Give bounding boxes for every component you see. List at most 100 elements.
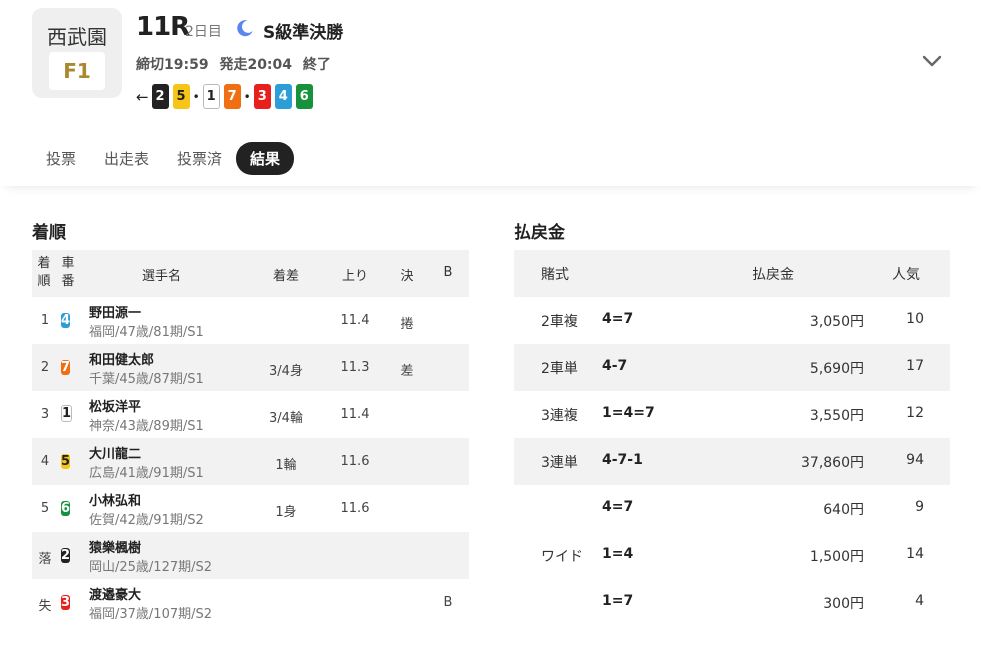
rank: 失	[38, 599, 52, 614]
payout-amount: 640円	[823, 502, 864, 518]
table-row: 3 1 松坂洋平 神奈/43歳/89期/S1 3/4輪 11.4	[32, 391, 469, 438]
race-header: 西武園 F1 11R 2日目 S級準決勝 締切19:59 発走20:04 終了 …	[0, 0, 981, 186]
table-row: 4 5 大川龍二 広島/41歳/91期/S1 1輪 11.6	[32, 438, 469, 485]
lineup-car: 4	[274, 84, 292, 109]
col-bet-type: 賭式	[541, 267, 569, 283]
rider-info: 広島/41歳/91期/S1	[89, 466, 204, 481]
lineup-car: 3	[253, 84, 271, 109]
col-amount: 払戻金	[752, 267, 794, 283]
race-day: 2日目	[185, 24, 222, 40]
grade-badge: F1	[49, 52, 105, 90]
car-number: 1	[61, 405, 73, 422]
lineup-car: 5	[172, 84, 190, 109]
car-number: 5	[61, 454, 71, 469]
rank: 落	[38, 552, 52, 567]
rider-name[interactable]: 松坂洋平	[89, 396, 141, 415]
decision: 捲	[400, 317, 414, 332]
col-decision: 決	[400, 269, 414, 284]
bet-combo: 4=7	[602, 311, 634, 327]
popularity: 17	[906, 358, 924, 374]
rank: 4	[40, 454, 50, 469]
car-number: 2	[61, 548, 71, 563]
last-lap: 11.3	[340, 360, 370, 375]
popularity: 12	[906, 405, 924, 421]
rider-info: 千葉/45歳/87期/S1	[89, 372, 204, 387]
rank: 1	[40, 313, 50, 328]
bet-combo: 1=4	[602, 546, 634, 562]
table-row: 落 2 猿樂楓樹 岡山/25歳/127期/S2	[32, 532, 469, 579]
car-number: 6	[61, 501, 71, 516]
payout-amount: 3,050円	[809, 314, 864, 330]
bet-type: 2車単	[541, 361, 578, 377]
rider-name[interactable]: 猿樂楓樹	[89, 537, 141, 556]
margin: 3/4輪	[269, 411, 303, 426]
venue-badge: 西武園 F1	[32, 8, 122, 98]
tab-vote[interactable]: 投票	[32, 142, 90, 175]
results-header: 着 順 車 番 選手名 着差 上り 決 B	[32, 250, 469, 297]
bet-combo: 4=7	[602, 499, 634, 515]
rider-name[interactable]: 和田健太郎	[89, 349, 154, 368]
results-title: 着順	[32, 223, 66, 243]
col-rank: 着 順	[37, 256, 51, 289]
tab-results[interactable]: 結果	[236, 142, 295, 175]
payout-row: 2車単 4-7 5,690円 17	[514, 344, 950, 391]
lineup-car: 1	[202, 84, 220, 109]
popularity: 94	[906, 452, 924, 468]
table-row: 1 4 野田源一 福岡/47歳/81期/S1 11.4 捲	[32, 297, 469, 344]
tab-voted[interactable]: 投票済	[163, 142, 236, 175]
payout-row: ワイド 1=4 1,500円 14	[514, 532, 950, 579]
rank: 2	[40, 360, 50, 375]
rider-name[interactable]: 小林弘和	[89, 490, 141, 509]
venue-name: 西武園	[47, 25, 107, 49]
bet-type: ワイド	[541, 549, 583, 565]
lineup-prediction: ← 2 5 • 1 7 • 3 4 6	[136, 84, 317, 109]
race-name: S級準決勝	[263, 23, 344, 43]
chevron-down-icon[interactable]	[921, 50, 943, 72]
payouts-header: 賭式 払戻金 人気	[514, 250, 950, 297]
results-table: 着 順 車 番 選手名 着差 上り 決 B 1 4 野田源一 福岡/47歳/81…	[32, 250, 469, 626]
race-times: 締切19:59 発走20:04 終了	[136, 54, 337, 74]
rider-info: 福岡/47歳/81期/S1	[89, 325, 204, 340]
rank: 5	[40, 501, 50, 516]
popularity: 14	[906, 546, 924, 562]
bet-combo: 4-7	[602, 358, 628, 374]
margin: 3/4身	[269, 364, 303, 379]
payout-amount: 1,500円	[809, 549, 864, 565]
payout-row: 3連複 1=4=7 3,550円 12	[514, 391, 950, 438]
margin: 1輪	[275, 458, 297, 473]
rider-info: 佐賀/42歳/91期/S2	[89, 513, 204, 528]
car-number: 7	[61, 360, 71, 375]
deadline-time: 締切19:59	[136, 57, 209, 73]
payout-row: 2車複 4=7 3,050円 10	[514, 297, 950, 344]
payout-amount: 5,690円	[809, 361, 864, 377]
popularity: 9	[915, 499, 924, 515]
bet-combo: 1=7	[602, 593, 634, 609]
col-car: 車 番	[61, 256, 75, 289]
payout-amount: 300円	[823, 596, 864, 612]
race-number: 11R	[136, 12, 190, 42]
rider-name[interactable]: 渡邉豪大	[89, 584, 141, 603]
lineup-car: 6	[295, 84, 313, 109]
rider-name[interactable]: 大川龍二	[89, 443, 141, 462]
col-popularity: 人気	[892, 267, 920, 283]
rider-info: 神奈/43歳/89期/S1	[89, 419, 204, 434]
decision: 差	[400, 364, 414, 379]
rider-name[interactable]: 野田源一	[89, 302, 141, 321]
payout-amount: 37,860円	[801, 455, 864, 471]
payout-amount: 3,550円	[809, 408, 864, 424]
tab-entries[interactable]: 出走表	[90, 142, 163, 175]
payout-row: 1=7 300円 4	[514, 579, 950, 626]
last-lap: 11.6	[340, 454, 370, 469]
race-status: 終了	[302, 57, 331, 73]
car-number: 3	[61, 595, 71, 610]
payouts-title: 払戻金	[514, 223, 565, 243]
table-row: 失 3 渡邉豪大 福岡/37歳/107期/S2 B	[32, 579, 469, 626]
margin: 1身	[275, 505, 297, 520]
back-mark: B	[443, 595, 453, 610]
last-lap: 11.4	[340, 313, 370, 328]
lineup-separator: •	[192, 89, 200, 104]
lineup-car: 2	[151, 84, 169, 109]
last-lap: 11.4	[340, 407, 370, 422]
popularity: 4	[915, 593, 924, 609]
col-last: 上り	[341, 269, 368, 284]
